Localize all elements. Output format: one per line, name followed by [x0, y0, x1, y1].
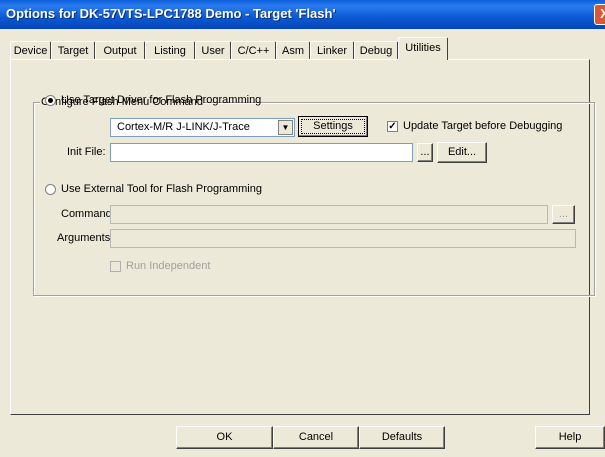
run-independent-checkbox[interactable] [110, 261, 121, 272]
tab-output[interactable]: Output [95, 41, 145, 59]
flash-driver-value: Cortex-M/R J-LINK/J-Trace [117, 121, 250, 133]
command-label: Command: [61, 208, 115, 220]
tab-strip: Device Target Output Listing User C/C++ … [10, 37, 600, 60]
command-browse-button[interactable]: ... [552, 205, 575, 224]
tab-debug[interactable]: Debug [354, 41, 398, 59]
edit-init-file-button[interactable]: Edit... [437, 142, 487, 163]
use-target-driver-label: Use Target Driver for Flash Programming [61, 94, 262, 106]
tab-listing[interactable]: Listing [145, 41, 195, 59]
flash-driver-select[interactable]: Cortex-M/R J-LINK/J-Trace ▼ [110, 118, 295, 137]
tab-device[interactable]: Device [10, 41, 51, 59]
tab-user[interactable]: User [195, 41, 231, 59]
chevron-down-icon[interactable]: ▼ [278, 120, 293, 135]
cancel-button[interactable]: Cancel [273, 426, 359, 449]
window-title: Options for DK-57VTS-LPC1788 Demo - Targ… [6, 6, 336, 21]
command-input[interactable] [110, 205, 548, 224]
init-file-browse-button[interactable]: ... [417, 143, 433, 162]
tab-target[interactable]: Target [51, 41, 95, 59]
title-bar: Options for DK-57VTS-LPC1788 Demo - Targ… [0, 0, 605, 29]
defaults-button[interactable]: Defaults [359, 426, 445, 449]
init-file-label: Init File: [67, 146, 106, 158]
ok-button[interactable]: OK [176, 426, 273, 449]
help-button[interactable]: Help [535, 426, 605, 449]
use-external-tool-label: Use External Tool for Flash Programming [61, 183, 262, 195]
update-target-label: Update Target before Debugging [403, 120, 563, 132]
arguments-label: Arguments: [57, 232, 114, 244]
tab-linker[interactable]: Linker [310, 41, 354, 59]
update-target-checkbox[interactable]: ✓ [387, 121, 398, 132]
run-independent-label: Run Independent [126, 260, 211, 272]
tab-asm[interactable]: Asm [276, 41, 310, 59]
options-dialog: Options for DK-57VTS-LPC1788 Demo - Targ… [0, 0, 605, 457]
tab-utilities[interactable]: Utilities [398, 37, 448, 60]
settings-button[interactable]: Settings [298, 116, 368, 137]
tab-cpp[interactable]: C/C++ [231, 41, 276, 59]
use-target-driver-radio[interactable] [45, 95, 56, 106]
arguments-input[interactable] [110, 229, 576, 248]
use-external-tool-radio[interactable] [45, 184, 56, 195]
close-button[interactable]: X [594, 4, 605, 25]
init-file-input[interactable] [110, 143, 413, 162]
